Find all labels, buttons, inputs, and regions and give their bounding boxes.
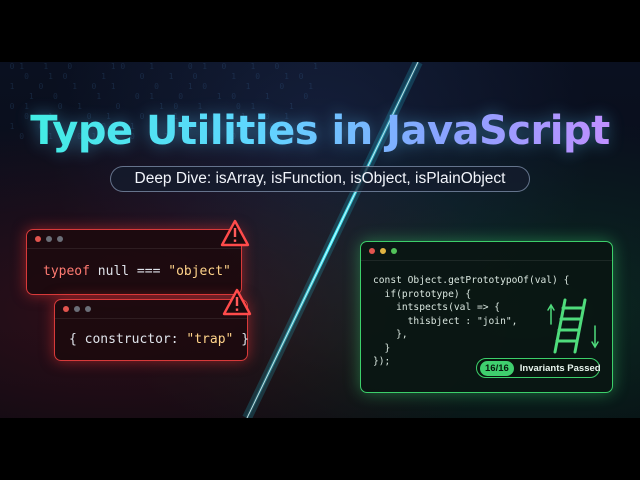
close-dot-icon xyxy=(63,306,69,312)
code-text: null === xyxy=(89,264,169,279)
window-titlebar xyxy=(55,300,247,319)
warning-icon xyxy=(222,288,252,316)
code-string: "trap" xyxy=(186,332,234,347)
close-dot-icon xyxy=(369,248,375,254)
code-line: thisbject : "join", xyxy=(373,315,518,327)
code-text: { constructor: xyxy=(69,332,187,347)
invariants-count: 16/16 xyxy=(480,360,514,376)
code-line: }, xyxy=(373,329,408,340)
code-block: const Object.getPrototypoOf(val) { if(pr… xyxy=(373,274,569,369)
window-titlebar xyxy=(361,242,612,261)
invariants-label: Invariants Passed xyxy=(519,362,601,374)
page-title: Type Utilities in JavaScript xyxy=(0,108,640,154)
typeof-snippet-window: typeof null === "object" xyxy=(26,229,242,295)
thumbnail-canvas: 0 1 1 0 1 0 1 0 1 0 1 0 1 0 1 0 1 0 1 0 … xyxy=(0,62,640,418)
window-titlebar xyxy=(27,230,241,249)
minimize-dot-icon xyxy=(380,248,386,254)
warning-icon xyxy=(220,219,250,247)
invariants-badge: 16/16 Invariants Passed xyxy=(476,358,601,378)
code-keyword: typeof xyxy=(43,264,90,279)
minimize-dot-icon xyxy=(74,306,80,312)
maximize-dot-icon xyxy=(57,236,63,242)
maximize-dot-icon xyxy=(85,306,91,312)
maximize-dot-icon xyxy=(391,248,397,254)
ladder-icon xyxy=(547,298,599,354)
constructor-code-line: { constructor: "trap" } xyxy=(69,332,249,347)
code-line: } xyxy=(373,342,391,354)
code-line: intspects(val => { xyxy=(373,302,501,313)
code-text: } xyxy=(233,332,250,347)
video-thumbnail: 0 1 1 0 1 0 1 0 1 0 1 0 1 0 1 0 1 0 1 0 … xyxy=(0,0,640,480)
code-line: const Object.getPrototypoOf(val) { xyxy=(373,275,570,286)
constructor-snippet-window: { constructor: "trap" } xyxy=(54,299,249,361)
close-dot-icon xyxy=(35,236,41,242)
subtitle-pill: Deep Dive: isArray, isFunction, isObject… xyxy=(110,166,530,192)
code-string: "object" xyxy=(168,264,231,279)
typeof-code-line: typeof null === "object" xyxy=(43,264,231,279)
code-line: if(prototype) { xyxy=(373,288,472,300)
minimize-dot-icon xyxy=(46,236,52,242)
